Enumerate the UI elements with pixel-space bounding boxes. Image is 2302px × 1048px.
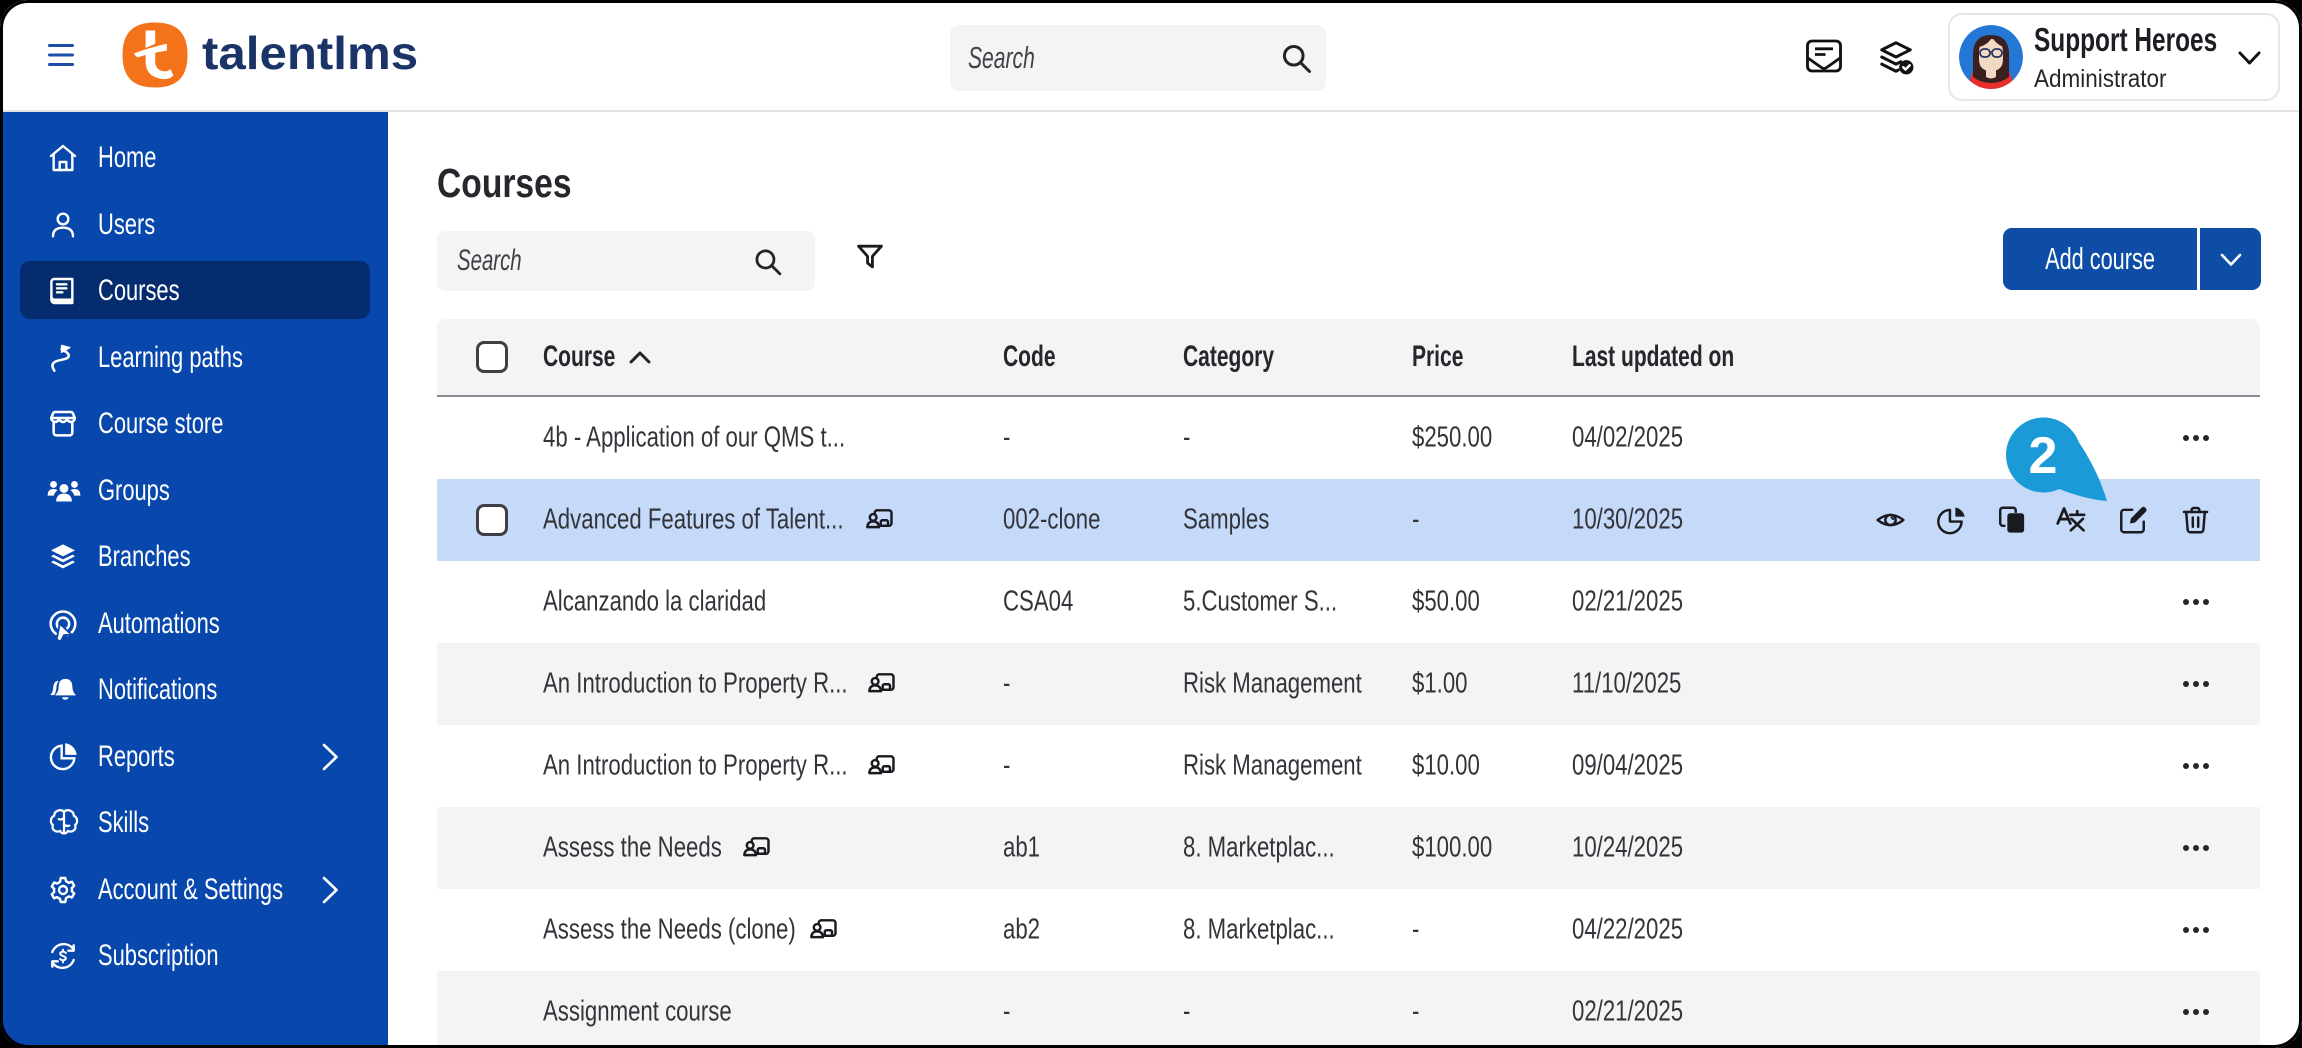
svg-text:2: 2 — [2029, 427, 2058, 485]
